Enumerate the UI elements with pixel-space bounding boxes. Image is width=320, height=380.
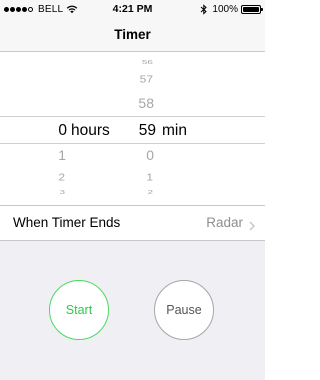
start-button[interactable]: Start: [49, 280, 109, 340]
minutes-option[interactable]: 58: [128, 96, 154, 110]
battery-percent: 100%: [212, 3, 238, 15]
minutes-selected-value: 59: [138, 122, 156, 139]
battery-icon: [241, 4, 263, 14]
battery-cap: [261, 7, 263, 11]
minutes-option[interactable]: 57: [128, 74, 153, 84]
hours-option[interactable]: 2: [0, 172, 65, 182]
page-title: Timer: [114, 27, 151, 42]
timer-sound-value: Radar: [206, 215, 243, 230]
hours-option[interactable]: 1: [0, 148, 66, 162]
hours-selected-value: 0: [58, 122, 67, 139]
when-timer-ends-label: When Timer Ends: [13, 215, 121, 230]
status-bar: BELL 4:21 PM 100%: [0, 0, 265, 18]
timer-screen: BELL 4:21 PM 100% Timer 0 hours 1 2 3 56…: [0, 0, 265, 380]
when-timer-ends-row[interactable]: When Timer Ends Radar: [0, 205, 265, 241]
minutes-unit-label: min: [162, 122, 187, 139]
minutes-option[interactable]: 1: [128, 172, 153, 182]
chevron-right-icon: [249, 218, 256, 231]
pause-button[interactable]: Pause: [154, 280, 214, 340]
status-right: 100%: [200, 3, 263, 15]
bluetooth-icon: [200, 3, 208, 15]
hours-unit-label: hours: [71, 122, 110, 139]
minutes-option[interactable]: 2: [128, 190, 153, 196]
battery-fill: [243, 6, 259, 12]
hours-option[interactable]: 3: [0, 190, 65, 196]
navigation-bar: Timer: [0, 18, 265, 52]
minutes-option[interactable]: 0: [128, 148, 154, 162]
minutes-option[interactable]: 56: [128, 60, 153, 66]
countdown-time-picker[interactable]: 0 hours 1 2 3 56 57 58 59 min 0 1 2: [0, 52, 265, 205]
